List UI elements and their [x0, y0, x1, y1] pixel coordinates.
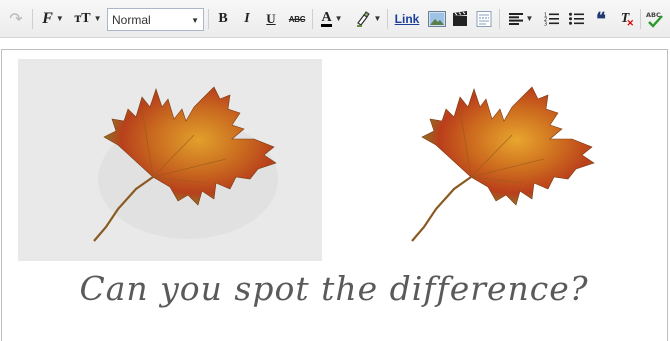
paragraph-format-select[interactable]: Normal ▼ [107, 8, 204, 31]
italic-icon: I [244, 11, 250, 26]
italic-button[interactable]: I [237, 7, 257, 31]
maple-leaf-photo-original[interactable] [18, 59, 322, 261]
editor-canvas: Can you spot the difference? [0, 38, 670, 341]
spellcheck-icon: ABC [646, 11, 663, 28]
jump-break-icon [476, 11, 492, 27]
toolbar-divider [208, 9, 209, 29]
toolbar-divider [499, 9, 500, 29]
text-color-icon: A [321, 10, 332, 27]
svg-text:3: 3 [544, 22, 547, 27]
bold-icon: B [218, 11, 228, 26]
remove-formatting-button[interactable]: T ✕ [615, 7, 635, 31]
chevron-down-icon: ▼ [93, 14, 102, 23]
font-size-icon: тT [74, 11, 91, 26]
highlight-icon [356, 11, 370, 27]
svg-text:ABC: ABC [646, 11, 661, 19]
maple-leaf-icon [411, 86, 595, 242]
insert-jump-break-button[interactable] [474, 7, 494, 31]
bold-button[interactable]: B [213, 7, 233, 31]
chevron-down-icon: ▼ [525, 14, 534, 23]
font-family-button[interactable]: F ▼ [36, 7, 70, 31]
toolbar-divider [32, 9, 33, 29]
numbered-list-button[interactable]: 1 2 3 [541, 7, 561, 31]
font-family-icon: F [42, 10, 53, 27]
strikethrough-button[interactable]: ABC [285, 7, 309, 31]
redo-icon[interactable]: ↷ [4, 7, 28, 31]
paragraph-format-value: Normal [112, 12, 151, 27]
align-icon [508, 13, 523, 25]
image-icon [428, 11, 446, 27]
chevron-down-icon: ▼ [191, 16, 199, 25]
close-icon: ✕ [626, 18, 634, 28]
bulleted-list-icon [568, 12, 584, 25]
chevron-down-icon: ▼ [373, 14, 382, 23]
insert-link-button[interactable]: Link [392, 7, 422, 31]
maple-leaf-photo-edited[interactable] [332, 59, 666, 261]
chevron-down-icon: ▼ [334, 14, 343, 23]
alignment-button[interactable]: ▼ [505, 7, 537, 31]
font-size-button[interactable]: тT ▼ [73, 7, 103, 31]
editor-toolbar: ↷ F▼ тT▼ Normal ▼ B I U ABC A▼ ▼ Link [0, 0, 670, 38]
underline-button[interactable]: U [261, 7, 281, 31]
strikethrough-icon: ABC [288, 14, 306, 24]
toolbar-divider [312, 9, 313, 29]
spellcheck-button[interactable]: ABC [644, 7, 666, 31]
chevron-down-icon: ▼ [55, 14, 64, 23]
toolbar-divider [640, 9, 641, 29]
underline-icon: U [266, 11, 276, 26]
quote-icon: ❝ [596, 9, 606, 29]
post-body-editor[interactable]: Can you spot the difference? [1, 49, 668, 341]
highlight-button[interactable]: ▼ [352, 7, 384, 31]
toolbar-divider [387, 9, 388, 29]
insert-video-button[interactable] [450, 7, 470, 31]
insert-image-button[interactable] [427, 7, 447, 31]
text-color-button[interactable]: A ▼ [316, 7, 348, 31]
video-icon [453, 11, 467, 26]
quote-button[interactable]: ❝ [591, 7, 611, 31]
bulleted-list-button[interactable] [566, 7, 586, 31]
post-caption: Can you spot the difference? [79, 269, 589, 308]
maple-leaf-icon [93, 86, 278, 242]
numbered-list-icon: 1 2 3 [544, 13, 559, 27]
